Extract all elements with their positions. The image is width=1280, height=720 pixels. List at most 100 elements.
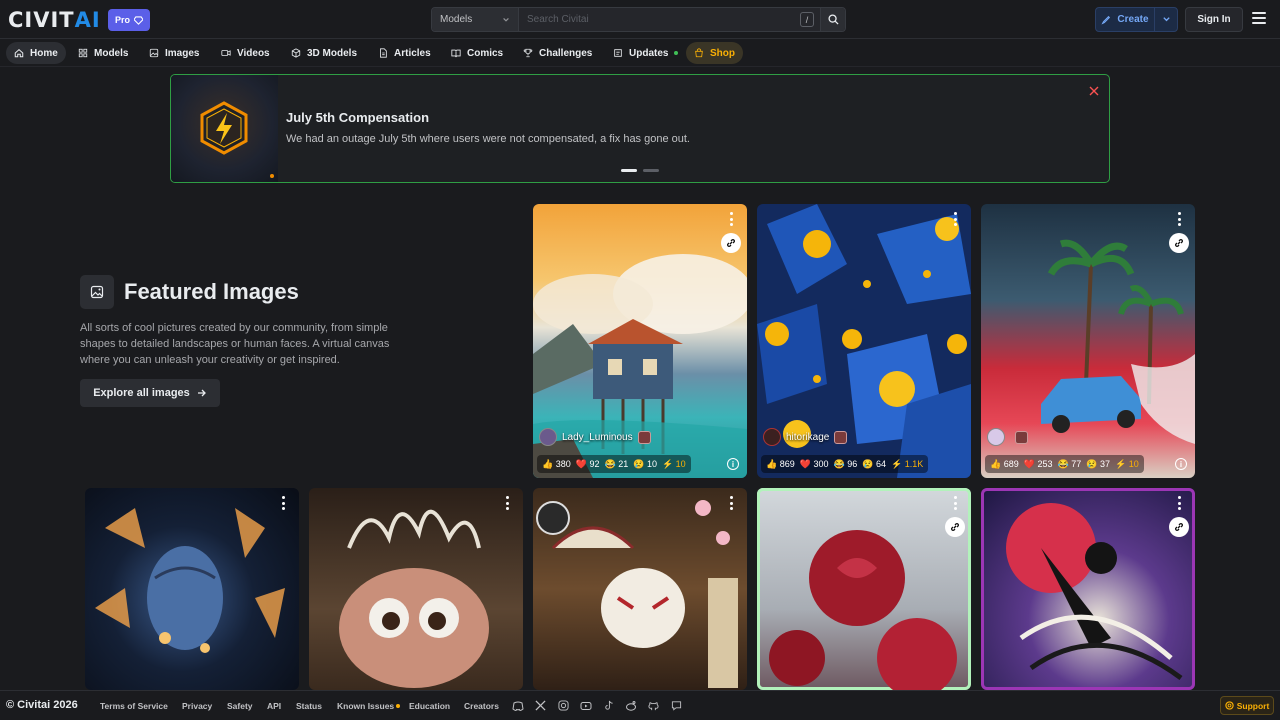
search-button[interactable] bbox=[820, 8, 845, 31]
footer-link-education[interactable]: Education bbox=[409, 701, 450, 711]
remix-link-icon[interactable] bbox=[945, 517, 965, 537]
cry-reaction[interactable]: 😢 64 bbox=[862, 459, 886, 470]
top-header: CIVITAI Pro Models / Create Sign In bbox=[0, 0, 1280, 39]
tab-home[interactable]: Home bbox=[6, 42, 66, 64]
card-author[interactable]: hitorikage bbox=[763, 428, 848, 446]
search-icon bbox=[827, 14, 839, 25]
close-icon[interactable] bbox=[1087, 84, 1101, 98]
arrow-right-icon bbox=[197, 389, 206, 397]
more-options-icon[interactable] bbox=[501, 496, 513, 510]
civitai-logo[interactable]: CIVIT AI bbox=[8, 8, 101, 32]
announcement-text: We had an outage July 5th where users we… bbox=[286, 133, 690, 145]
image-card[interactable]: hitorikage 👍 869 ❤️ 300 😂 96 😢 64 ⚡ 1.1K bbox=[757, 204, 971, 478]
reactions-bar[interactable]: 👍 869 ❤️ 300 😂 96 😢 64 ⚡ 1.1K bbox=[761, 455, 929, 473]
avatar bbox=[763, 428, 781, 446]
more-options-icon[interactable] bbox=[1173, 212, 1185, 226]
tab-3d-models[interactable]: 3D Models bbox=[283, 42, 365, 64]
heart-reaction[interactable]: ❤️ 300 bbox=[800, 459, 829, 470]
carousel-dot-active[interactable] bbox=[621, 169, 637, 172]
chevron-down-icon bbox=[1162, 17, 1170, 22]
like-reaction[interactable]: 👍 869 bbox=[766, 459, 795, 470]
featured-description: All sorts of cool pictures created by ou… bbox=[80, 322, 390, 366]
tab-videos[interactable]: Videos bbox=[213, 42, 278, 64]
footer-link-creators[interactable]: Creators bbox=[464, 701, 499, 711]
cry-reaction[interactable]: 😢 10 bbox=[633, 459, 657, 470]
footer-link-api[interactable]: API bbox=[267, 701, 281, 711]
reactions-bar[interactable]: 👍 689 ❤️ 253 😂 77 😢 37 ⚡ 10 bbox=[985, 455, 1144, 473]
more-options-icon[interactable] bbox=[725, 496, 737, 510]
reddit-icon[interactable] bbox=[624, 699, 637, 712]
x-twitter-icon[interactable] bbox=[534, 699, 547, 712]
featured-title: Featured Images bbox=[124, 279, 299, 304]
cry-reaction[interactable]: 😢 37 bbox=[1086, 459, 1110, 470]
info-icon[interactable]: i bbox=[727, 458, 739, 470]
youtube-icon[interactable] bbox=[579, 699, 592, 712]
card-author[interactable] bbox=[987, 428, 1028, 446]
more-options-icon[interactable] bbox=[949, 496, 961, 510]
image-card[interactable]: Lady_Luminous 👍 380 ❤️ 92 😂 21 😢 10 ⚡ 10… bbox=[533, 204, 747, 478]
tab-models[interactable]: Models bbox=[70, 42, 136, 64]
buzz-tip[interactable]: ⚡ 1.1K bbox=[891, 459, 923, 470]
footer-link-privacy[interactable]: Privacy bbox=[182, 701, 212, 711]
like-reaction[interactable]: 👍 689 bbox=[990, 459, 1019, 470]
image-card[interactable] bbox=[757, 488, 971, 690]
search-input[interactable] bbox=[519, 8, 800, 31]
footer-link-safety[interactable]: Safety bbox=[227, 701, 253, 711]
heart-reaction[interactable]: ❤️ 92 bbox=[576, 459, 600, 470]
menu-icon[interactable] bbox=[1252, 12, 1266, 24]
discord-icon[interactable] bbox=[511, 699, 524, 712]
sign-in-button[interactable]: Sign In bbox=[1185, 7, 1243, 32]
laugh-reaction[interactable]: 😂 96 bbox=[834, 459, 858, 470]
laugh-reaction[interactable]: 😂 21 bbox=[604, 459, 628, 470]
buzz-tip[interactable]: ⚡ 10 bbox=[1115, 459, 1139, 470]
like-reaction[interactable]: 👍 380 bbox=[542, 459, 571, 470]
tiktok-icon[interactable] bbox=[602, 699, 615, 712]
create-button[interactable]: Create bbox=[1095, 7, 1178, 32]
diamond-icon bbox=[134, 15, 144, 25]
instagram-icon[interactable] bbox=[557, 699, 570, 712]
explore-all-images-button[interactable]: Explore all images bbox=[80, 379, 220, 407]
card-author[interactable]: Lady_Luminous bbox=[539, 428, 651, 446]
support-button[interactable]: Support bbox=[1220, 696, 1274, 715]
card-artwork bbox=[536, 500, 738, 688]
tab-articles[interactable]: Articles bbox=[370, 42, 439, 64]
footer-link-terms[interactable]: Terms of Service bbox=[100, 701, 168, 711]
image-card[interactable] bbox=[85, 488, 299, 690]
image-card[interactable] bbox=[981, 488, 1195, 690]
tab-comics[interactable]: Comics bbox=[443, 42, 511, 64]
heart-reaction[interactable]: ❤️ 253 bbox=[1024, 459, 1053, 470]
card-artwork bbox=[95, 508, 285, 653]
remix-link-icon[interactable] bbox=[721, 233, 741, 253]
search-shortcut-key: / bbox=[800, 12, 814, 27]
known-issues-dot bbox=[396, 704, 400, 708]
remix-link-icon[interactable] bbox=[1169, 233, 1189, 253]
buzz-tip[interactable]: ⚡ 10 bbox=[662, 459, 686, 470]
image-card[interactable]: 👍 689 ❤️ 253 😂 77 😢 37 ⚡ 10 i bbox=[981, 204, 1195, 478]
image-card[interactable] bbox=[309, 488, 523, 690]
lifebuoy-icon bbox=[1225, 701, 1234, 710]
search-category-select[interactable]: Models bbox=[432, 8, 519, 31]
create-menu-toggle[interactable] bbox=[1155, 15, 1177, 24]
more-options-icon[interactable] bbox=[949, 212, 961, 226]
reactions-bar[interactable]: 👍 380 ❤️ 92 😂 21 😢 10 ⚡ 10 bbox=[537, 455, 691, 473]
footer-link-known-issues[interactable]: Known Issues bbox=[337, 701, 394, 711]
image-card[interactable] bbox=[533, 488, 747, 690]
chat-icon[interactable] bbox=[670, 699, 683, 712]
carousel-dot[interactable] bbox=[643, 169, 659, 172]
tab-images[interactable]: Images bbox=[141, 42, 207, 64]
footer-link-status[interactable]: Status bbox=[296, 701, 322, 711]
remix-link-icon[interactable] bbox=[1169, 517, 1189, 537]
more-options-icon[interactable] bbox=[1173, 496, 1185, 510]
info-icon[interactable]: i bbox=[1175, 458, 1187, 470]
tab-shop[interactable]: Shop bbox=[686, 42, 743, 64]
more-options-icon[interactable] bbox=[277, 496, 289, 510]
pro-button[interactable]: Pro bbox=[108, 9, 151, 31]
tab-updates[interactable]: Updates bbox=[605, 42, 686, 64]
tab-challenges[interactable]: Challenges bbox=[515, 42, 600, 64]
more-options-icon[interactable] bbox=[725, 212, 737, 226]
laugh-reaction[interactable]: 😂 77 bbox=[1058, 459, 1082, 470]
github-icon[interactable] bbox=[647, 699, 660, 712]
book-icon bbox=[451, 49, 461, 58]
trophy-icon bbox=[523, 48, 533, 58]
chevron-down-icon bbox=[503, 17, 509, 22]
